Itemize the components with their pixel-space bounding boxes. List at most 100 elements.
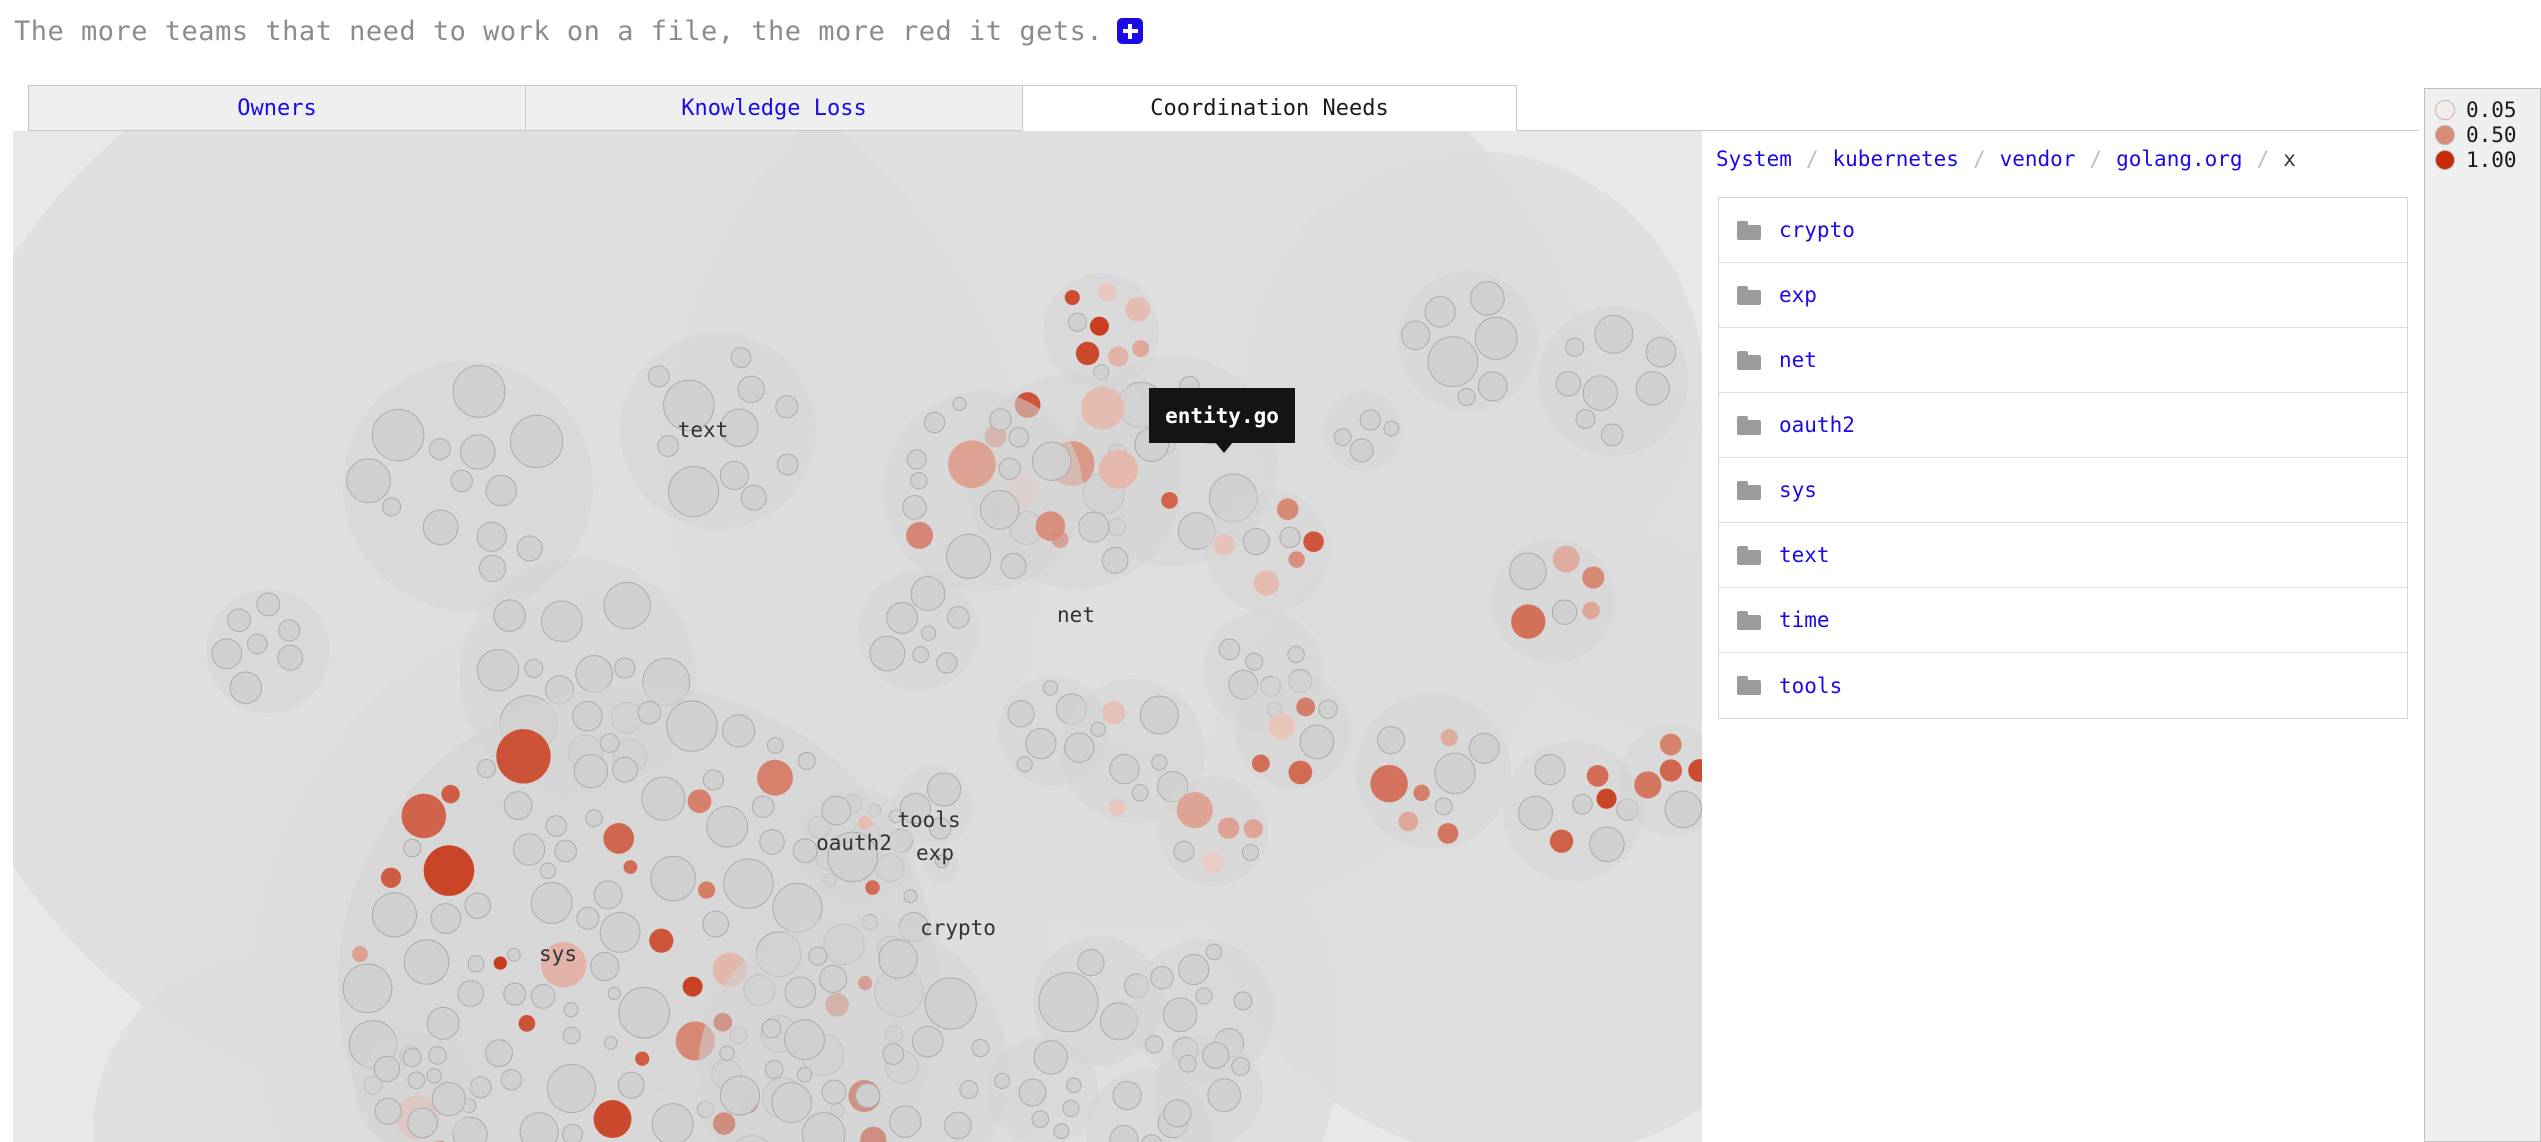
file-node[interactable] <box>562 1026 581 1045</box>
file-node[interactable] <box>503 982 527 1006</box>
file-node[interactable] <box>402 1048 422 1067</box>
file-node[interactable] <box>503 791 533 820</box>
file-node[interactable] <box>1434 797 1453 816</box>
file-node[interactable] <box>469 1076 492 1099</box>
file-node[interactable] <box>1383 420 1400 437</box>
file-node[interactable] <box>229 671 262 704</box>
file-node[interactable] <box>1018 1078 1047 1107</box>
file-node[interactable] <box>403 838 422 858</box>
folder-row[interactable]: net <box>1719 328 2407 393</box>
file-node[interactable] <box>923 411 946 434</box>
folder-row[interactable]: exp <box>1719 263 2407 328</box>
file-node[interactable] <box>428 438 451 461</box>
file-node[interactable] <box>771 1082 813 1124</box>
file-node[interactable] <box>719 1045 735 1061</box>
file-node[interactable] <box>590 951 620 982</box>
file-node[interactable] <box>929 817 952 840</box>
file-node-hot[interactable] <box>687 789 712 814</box>
file-node[interactable] <box>1635 371 1670 406</box>
file-node[interactable] <box>1025 727 1057 760</box>
file-node[interactable] <box>373 1055 401 1083</box>
file-node[interactable] <box>457 980 485 1007</box>
file-node[interactable] <box>1178 953 1210 986</box>
file-node[interactable] <box>650 855 696 902</box>
file-node[interactable] <box>1195 987 1213 1005</box>
file-node[interactable] <box>730 347 752 369</box>
file-node[interactable] <box>452 364 506 418</box>
file-node[interactable] <box>998 457 1021 480</box>
file-node[interactable] <box>1359 409 1381 431</box>
file-node[interactable] <box>407 1071 426 1090</box>
file-node[interactable] <box>889 1105 922 1138</box>
file-node-hot[interactable] <box>948 440 996 489</box>
breadcrumb-item-system[interactable]: System <box>1716 147 1792 171</box>
file-node[interactable] <box>910 471 928 490</box>
file-node-hot[interactable] <box>1586 765 1609 787</box>
folder-row[interactable]: text <box>1719 523 2407 588</box>
file-node[interactable] <box>1151 754 1168 771</box>
file-node-hot[interactable] <box>496 729 551 784</box>
file-node[interactable] <box>485 474 517 507</box>
file-node[interactable] <box>493 599 526 632</box>
file-node[interactable] <box>740 484 767 511</box>
file-node[interactable] <box>593 880 623 910</box>
file-node[interactable] <box>516 535 543 562</box>
file-node[interactable] <box>668 466 720 518</box>
file-node[interactable] <box>1594 314 1634 354</box>
file-node[interactable] <box>1245 652 1264 671</box>
file-node[interactable] <box>751 795 775 818</box>
file-node[interactable] <box>821 795 852 826</box>
file-node[interactable] <box>647 365 670 388</box>
file-node[interactable] <box>1318 699 1338 720</box>
file-node[interactable] <box>946 606 970 629</box>
file-node-hot[interactable] <box>1582 601 1600 620</box>
file-node[interactable] <box>403 939 450 985</box>
file-node[interactable] <box>719 1075 761 1116</box>
file-node[interactable] <box>607 986 621 1001</box>
file-node-hot[interactable] <box>1296 697 1316 717</box>
file-node-hot[interactable] <box>623 860 638 874</box>
file-node[interactable] <box>1016 756 1033 773</box>
file-node[interactable] <box>1427 336 1479 388</box>
file-node[interactable] <box>1173 840 1195 862</box>
file-node[interactable] <box>784 1019 825 1061</box>
file-node[interactable] <box>1205 943 1223 961</box>
file-node[interactable] <box>599 911 641 953</box>
file-node[interactable] <box>539 862 557 880</box>
file-node-hot[interactable] <box>1288 760 1313 785</box>
tab-knowledge-loss[interactable]: Knowledge Loss <box>525 85 1022 131</box>
file-node[interactable] <box>1066 1077 1082 1094</box>
file-node[interactable] <box>1518 795 1553 831</box>
file-node[interactable] <box>1000 552 1027 579</box>
file-node[interactable] <box>1112 1080 1142 1111</box>
file-node[interactable] <box>614 657 636 679</box>
file-node[interactable] <box>878 939 918 979</box>
file-node-hot[interactable] <box>593 1100 632 1139</box>
file-node-hot[interactable] <box>1253 570 1280 596</box>
file-node-hot[interactable] <box>1035 511 1066 541</box>
file-node[interactable] <box>1474 316 1518 360</box>
file-node-hot[interactable] <box>1102 701 1126 725</box>
file-node[interactable] <box>702 769 724 791</box>
file-node-hot[interactable] <box>1511 604 1546 639</box>
file-node[interactable] <box>618 986 670 1039</box>
file-node[interactable] <box>719 461 749 491</box>
file-node-hot[interactable] <box>649 928 674 953</box>
file-node[interactable] <box>1131 784 1149 802</box>
file-node[interactable] <box>450 469 473 493</box>
file-node-hot[interactable] <box>1634 771 1662 799</box>
file-node[interactable] <box>509 414 564 469</box>
file-node[interactable] <box>277 644 304 671</box>
file-node[interactable] <box>371 892 417 938</box>
file-node[interactable] <box>910 576 946 612</box>
file-node[interactable] <box>926 772 962 807</box>
file-node-hot[interactable] <box>1081 386 1125 430</box>
file-node[interactable] <box>1064 732 1095 763</box>
file-node[interactable] <box>1600 423 1624 447</box>
file-node[interactable] <box>1042 680 1059 696</box>
file-node-hot[interactable] <box>1398 811 1419 832</box>
file-node-hot[interactable] <box>1659 759 1683 782</box>
file-node-hot[interactable] <box>1243 819 1263 839</box>
file-node-hot[interactable] <box>1251 754 1270 773</box>
file-node-hot[interactable] <box>1303 531 1324 552</box>
